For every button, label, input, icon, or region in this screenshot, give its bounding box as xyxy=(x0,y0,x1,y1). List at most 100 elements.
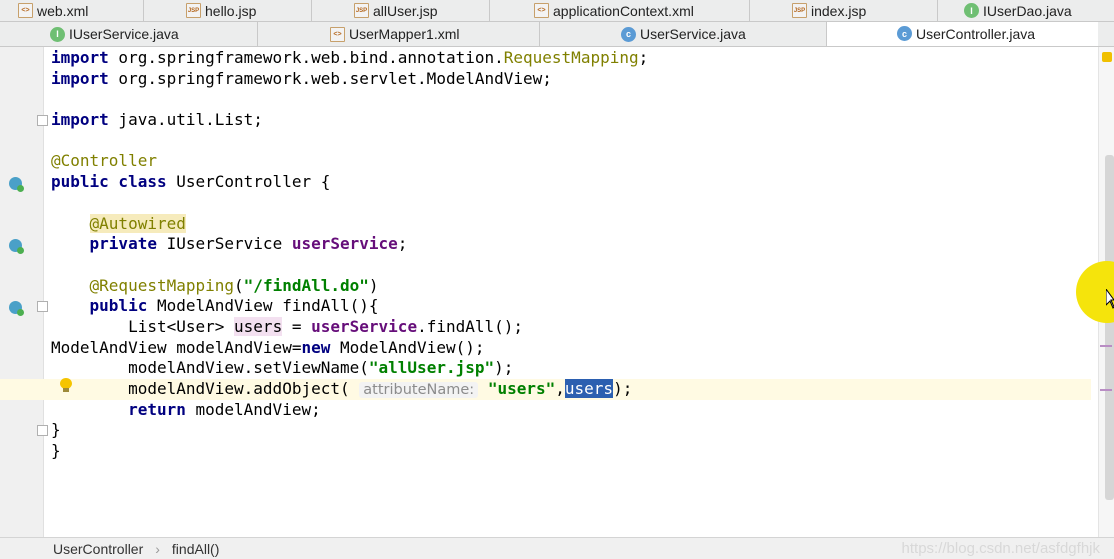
tab-iuserservice-java[interactable]: I IUserService.java xyxy=(0,22,258,46)
code-editor[interactable]: import org.springframework.web.bind.anno… xyxy=(0,48,1091,462)
statement: ModelAndView modelAndView= xyxy=(51,337,302,357)
jsp-file-icon: JSP xyxy=(186,3,201,18)
punctuation: ); xyxy=(613,379,633,398)
punctuation: ) xyxy=(368,275,379,295)
tab-index-jsp[interactable]: JSP index.jsp xyxy=(750,0,938,21)
class-icon: c xyxy=(897,26,912,41)
fold-marker[interactable] xyxy=(37,425,48,436)
code-line: } xyxy=(51,441,1091,462)
statement: ModelAndView(); xyxy=(330,337,485,357)
keyword: import xyxy=(51,68,109,88)
field-name: userService xyxy=(311,316,418,336)
fold-marker[interactable] xyxy=(37,115,48,126)
tab-label: UserService.java xyxy=(640,26,746,42)
punctuation: ; xyxy=(397,234,408,254)
tab-label: hello.jsp xyxy=(205,2,257,19)
tab-alluser-jsp[interactable]: JSP allUser.jsp xyxy=(312,0,490,21)
string-literal: "allUser.jsp" xyxy=(368,358,495,378)
usage-marker[interactable] xyxy=(1100,389,1112,391)
code-line: } xyxy=(51,420,1091,441)
operator: = xyxy=(282,316,312,336)
string-literal: "users" xyxy=(487,379,556,398)
keyword: import xyxy=(51,48,109,67)
mouse-pointer-icon xyxy=(1106,289,1114,309)
closing-brace: } xyxy=(51,420,61,440)
editor-tabs-row-2: I IUserService.java <> UserMapper1.xml c… xyxy=(0,22,1114,47)
keyword: public xyxy=(89,296,148,316)
interface-icon: I xyxy=(964,3,979,18)
method-call: modelAndView.setViewName( xyxy=(128,358,369,378)
keyword: public class xyxy=(51,172,167,192)
parameter-hint: attributeName: xyxy=(359,382,479,398)
method-signature: ModelAndView findAll(){ xyxy=(147,296,379,316)
spring-bean-icon[interactable] xyxy=(9,177,24,192)
breadcrumb: UserController › findAll() https://blog.… xyxy=(0,537,1114,559)
inspection-status-icon[interactable] xyxy=(1102,52,1112,62)
string-literal: "/findAll.do" xyxy=(243,275,369,295)
code-line: List<User> users = userService.findAll()… xyxy=(51,316,1091,338)
tab-hello-jsp[interactable]: JSP hello.jsp xyxy=(144,0,312,21)
watermark: https://blog.csdn.net/asfdgfhjk xyxy=(901,540,1100,557)
jsp-file-icon: JSP xyxy=(792,3,807,18)
keyword: private xyxy=(89,234,157,254)
tab-label: allUser.jsp xyxy=(373,2,438,19)
code-line: @RequestMapping("/findAll.do") xyxy=(51,276,1091,297)
class-icon: c xyxy=(621,26,636,42)
vertical-scrollbar[interactable] xyxy=(1105,155,1114,500)
keyword: new xyxy=(301,337,331,357)
type-name: IUserService xyxy=(156,234,292,254)
request-mapping-icon[interactable] xyxy=(9,301,24,316)
lightbulb-icon[interactable] xyxy=(59,378,73,394)
tab-label: UserMapper1.xml xyxy=(349,26,460,42)
xml-file-icon: <> xyxy=(330,26,345,42)
code-line-current: modelAndView.addObject( attributeName: "… xyxy=(0,379,1091,400)
usage-marker[interactable] xyxy=(1100,345,1112,347)
breadcrumb-method[interactable]: findAll() xyxy=(172,541,219,557)
tab-usermapper1-xml[interactable]: <> UserMapper1.xml xyxy=(258,22,540,46)
tab-iuserdao-java[interactable]: I IUserDao.java xyxy=(938,0,1114,21)
package-path: org.springframework.web.servlet.ModelAnd… xyxy=(108,68,552,88)
tab-label: IUserDao.java xyxy=(983,2,1072,19)
package-path: java.util.List; xyxy=(108,110,263,130)
fold-marker[interactable] xyxy=(37,301,48,312)
type-name: List<User> xyxy=(128,316,235,336)
tab-web-xml[interactable]: <> web.xml xyxy=(0,0,144,21)
tab-label: index.jsp xyxy=(811,2,867,19)
xml-file-icon: <> xyxy=(534,3,549,18)
tab-label: web.xml xyxy=(37,2,89,19)
punctuation: ( xyxy=(234,275,244,295)
keyword: return xyxy=(128,399,186,419)
breadcrumb-class[interactable]: UserController xyxy=(53,541,143,557)
tab-usercontroller-java[interactable]: c UserController.java xyxy=(827,22,1098,46)
annotation-name: RequestMapping xyxy=(503,48,639,67)
code-line: @Autowired xyxy=(51,213,1091,235)
punctuation: ); xyxy=(494,358,514,378)
closing-brace: } xyxy=(51,441,61,461)
tab-applicationcontext-xml[interactable]: <> applicationContext.xml xyxy=(490,0,750,21)
code-line: @Controller xyxy=(51,151,1091,172)
field-name: userService xyxy=(291,234,398,254)
tab-userservice-java[interactable]: c UserService.java xyxy=(540,22,827,46)
selected-text[interactable]: users xyxy=(564,379,614,398)
method-call: modelAndView.addObject( xyxy=(128,379,360,398)
code-line: ModelAndView modelAndView=new ModelAndVi… xyxy=(51,338,1091,359)
code-line: public class UserController { xyxy=(51,172,1091,193)
tab-label: IUserService.java xyxy=(69,26,179,42)
keyword: import xyxy=(51,110,109,130)
code-line: modelAndView.setViewName("allUser.jsp"); xyxy=(51,358,1091,379)
jsp-file-icon: JSP xyxy=(354,3,369,18)
code-line: import org.springframework.web.servlet.M… xyxy=(51,69,1091,90)
annotation: @Autowired xyxy=(89,213,186,233)
statement: modelAndView; xyxy=(185,399,321,419)
local-variable: users xyxy=(234,316,283,336)
breadcrumb-separator: › xyxy=(155,540,160,557)
tab-label: UserController.java xyxy=(916,25,1036,42)
interface-icon: I xyxy=(50,26,65,42)
autowired-bean-icon[interactable] xyxy=(9,239,24,254)
class-declaration: UserController { xyxy=(166,172,331,192)
xml-file-icon: <> xyxy=(18,3,33,18)
